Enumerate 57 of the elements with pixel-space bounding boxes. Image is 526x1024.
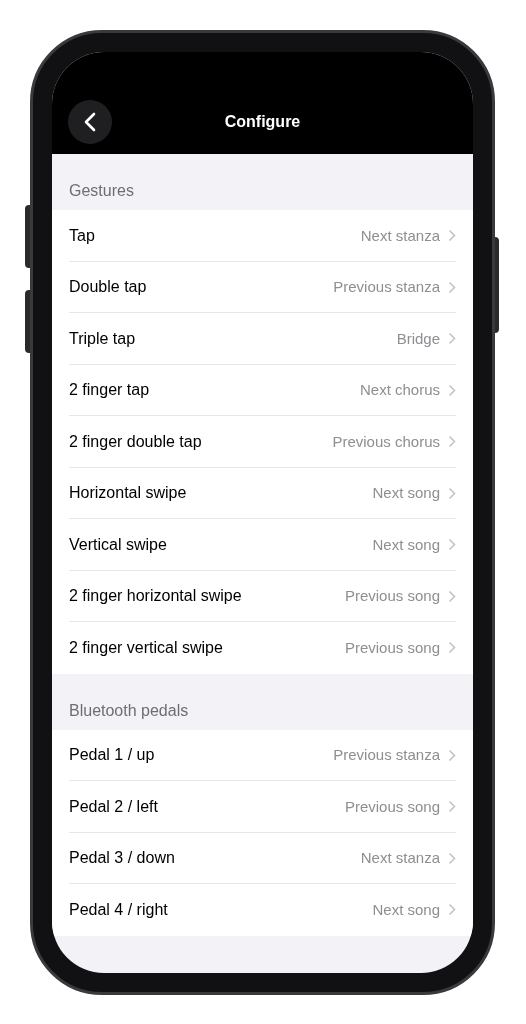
row-label: Double tap (69, 277, 148, 298)
settings-row[interactable]: Pedal 3 / down Next stanza (52, 832, 473, 884)
settings-row[interactable]: 2 finger horizontal swipe Previous song (52, 570, 473, 622)
settings-row[interactable]: Tap Next stanza (52, 210, 473, 262)
row-label: Triple tap (69, 328, 137, 349)
row-value: Next song (372, 899, 440, 920)
row-value: Previous song (344, 586, 440, 606)
row-label: Tap (69, 225, 96, 246)
row-value: Previous chorus (332, 431, 440, 452)
settings-row[interactable]: 2 finger tap Next chorus (52, 364, 473, 416)
settings-row[interactable]: 2 finger double tap Previous chorus (52, 416, 473, 468)
chevron-right-icon (448, 903, 456, 917)
section-header: Gestures (69, 181, 134, 201)
chevron-right-icon (448, 748, 456, 762)
row-value: Next song (372, 534, 440, 555)
chevron-right-icon (448, 383, 456, 397)
settings-row[interactable]: Double tap Previous stanza (52, 261, 473, 313)
row-value: Previous song (344, 796, 440, 817)
chevron-right-icon (448, 280, 456, 294)
row-value: Previous song (344, 637, 440, 658)
row-label: Horizontal swipe (69, 483, 188, 504)
settings-row[interactable]: Horizontal swipe Next song (52, 467, 473, 519)
row-label: Pedal 1 / up (69, 745, 156, 766)
row-label: 2 finger double tap (69, 431, 203, 452)
row-label: Pedal 4 / right (69, 899, 169, 920)
screen-title: Configure (224, 112, 301, 132)
chevron-right-icon (448, 435, 456, 449)
row-label: 2 finger vertical swipe (69, 637, 224, 658)
row-label: Pedal 3 / down (69, 848, 176, 869)
chevron-right-icon (448, 800, 456, 814)
row-value: Next stanza (360, 848, 440, 868)
settings-row[interactable]: Vertical swipe Next song (52, 519, 473, 571)
chevron-left-icon (84, 112, 96, 132)
chevron-right-icon (448, 332, 456, 346)
row-value: Next chorus (359, 380, 440, 400)
row-value: Next song (372, 483, 440, 503)
chevron-right-icon (448, 641, 456, 655)
row-label: 2 finger tap (69, 380, 151, 401)
row-value: Next stanza (360, 225, 440, 246)
row-label: 2 finger horizontal swipe (69, 586, 243, 607)
row-value: Previous stanza (333, 277, 440, 297)
settings-row[interactable]: 2 finger vertical swipe Previous song (52, 622, 473, 674)
settings-row[interactable]: Triple tap Bridge (52, 313, 473, 365)
chevron-right-icon (448, 229, 456, 243)
row-label: Vertical swipe (69, 534, 168, 555)
section-header: Bluetooth pedals (69, 700, 189, 721)
chevron-right-icon (448, 486, 456, 500)
row-value: Bridge (396, 328, 440, 349)
settings-row[interactable]: Pedal 2 / left Previous song (52, 781, 473, 833)
back-button[interactable] (68, 100, 112, 144)
chevron-right-icon (448, 851, 456, 865)
chevron-right-icon (448, 589, 456, 603)
settings-row[interactable]: Pedal 4 / right Next song (52, 884, 473, 936)
row-value: Previous stanza (333, 745, 440, 765)
row-label: Pedal 2 / left (69, 796, 159, 817)
chevron-right-icon (448, 538, 456, 552)
settings-row[interactable]: Pedal 1 / up Previous stanza (52, 729, 473, 781)
